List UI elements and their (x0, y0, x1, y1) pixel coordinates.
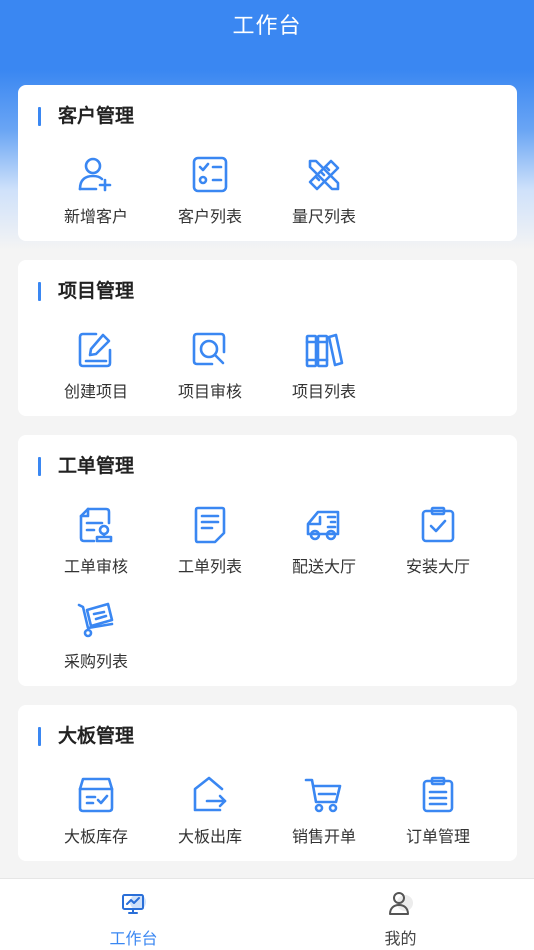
section-title: 客户管理 (38, 105, 134, 127)
stamp-document-icon (79, 507, 113, 543)
shopping-cart-icon (304, 778, 342, 813)
section-slab-management: 大板管理 大板库存 大板出库 销售开单 订单管理 (18, 705, 517, 861)
project-list-button[interactable]: 项目列表 (267, 330, 381, 410)
item-label: 大板库存 (63, 827, 128, 846)
purchase-list-button[interactable]: 采购列表 (39, 600, 153, 680)
checklist-icon (192, 156, 228, 193)
section-project-management: 项目管理 创建项目 项目审核 项目列表 (18, 260, 517, 416)
order-management-button[interactable]: 订单管理 (381, 775, 495, 855)
work-order-list-button[interactable]: 工单列表 (153, 505, 267, 585)
customer-list-button[interactable]: 客户列表 (153, 155, 267, 235)
house-exit-icon (193, 776, 227, 812)
hand-truck-icon (77, 602, 114, 638)
slab-inventory-button[interactable]: 大板库存 (39, 775, 153, 855)
sales-order-button[interactable]: 销售开单 (267, 775, 381, 855)
work-order-review-button[interactable]: 工单审核 (39, 505, 153, 585)
item-label: 工单审核 (63, 557, 128, 576)
installation-hall-button[interactable]: 安装大厅 (381, 505, 495, 585)
tab-label: 我的 (384, 929, 417, 948)
delivery-van-icon (306, 510, 340, 541)
inventory-box-icon (78, 777, 114, 813)
item-label: 项目列表 (291, 382, 356, 401)
create-project-button[interactable]: 创建项目 (39, 330, 153, 410)
section-title: 工单管理 (38, 455, 134, 477)
project-review-button[interactable]: 项目审核 (153, 330, 267, 410)
section-customer-management: 客户管理 新增客户 客户列表 量尺列表 (18, 85, 517, 241)
measure-list-button[interactable]: 量尺列表 (267, 155, 381, 235)
user-profile-icon (388, 892, 413, 915)
section-title: 大板管理 (38, 725, 134, 747)
magnify-review-icon (192, 332, 226, 366)
delivery-hall-button[interactable]: 配送大厅 (267, 505, 381, 585)
bottom-tab-bar: 工作台 我的 (0, 878, 534, 950)
tab-mine[interactable]: 我的 (267, 879, 534, 950)
order-clipboard-icon (422, 776, 454, 813)
section-work-order-management: 工单管理 工单审核 工单列表 配送大厅 安装大厅 采购列表 (18, 435, 517, 686)
item-label: 大板出库 (177, 827, 242, 846)
document-list-icon (194, 506, 226, 544)
item-label: 配送大厅 (291, 557, 356, 576)
binders-icon (305, 333, 344, 368)
item-label: 量尺列表 (291, 207, 356, 226)
item-label: 新增客户 (63, 207, 128, 226)
item-label: 订单管理 (405, 827, 470, 846)
tab-label: 工作台 (109, 929, 158, 948)
item-label: 采购列表 (63, 652, 128, 671)
add-user-icon (78, 157, 112, 192)
tab-workbench[interactable]: 工作台 (0, 879, 267, 950)
page-title: 工作台 (232, 14, 302, 39)
item-label: 销售开单 (291, 827, 356, 846)
clipboard-check-icon (421, 506, 455, 543)
section-title: 项目管理 (38, 280, 134, 302)
item-label: 工单列表 (177, 557, 242, 576)
item-label: 客户列表 (177, 207, 242, 226)
edit-document-icon (78, 332, 112, 368)
slab-outbound-button[interactable]: 大板出库 (153, 775, 267, 855)
item-label: 安装大厅 (405, 557, 470, 576)
item-label: 项目审核 (177, 382, 242, 401)
monitor-icon (121, 894, 146, 914)
ruler-pencil-icon (308, 159, 340, 191)
add-customer-button[interactable]: 新增客户 (39, 155, 153, 235)
item-label: 创建项目 (63, 382, 128, 401)
